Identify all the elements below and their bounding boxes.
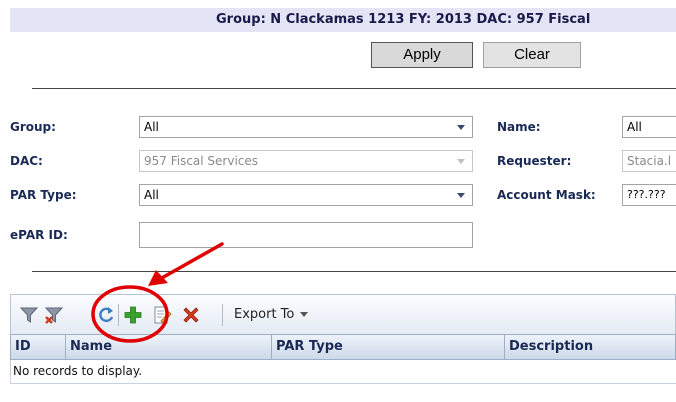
chevron-down-icon bbox=[300, 312, 309, 317]
annotation-arrow-line bbox=[158, 242, 224, 281]
name-dropdown[interactable]: All bbox=[622, 116, 676, 138]
dac-value: 957 Fiscal Services bbox=[144, 154, 259, 168]
export-to-label: Export To bbox=[234, 307, 295, 322]
column-header-id[interactable]: ID bbox=[11, 335, 66, 359]
filter-icon[interactable] bbox=[19, 305, 39, 325]
par-type-value: All bbox=[144, 188, 159, 202]
epar-id-input[interactable] bbox=[139, 222, 473, 248]
epar-id-label: ePAR ID: bbox=[10, 228, 68, 242]
grid-toolbar: Export To bbox=[10, 294, 676, 334]
grid-header: ID Name PAR Type Description bbox=[10, 334, 676, 360]
column-header-description[interactable]: Description bbox=[505, 335, 676, 359]
apply-button[interactable]: Apply bbox=[371, 42, 473, 68]
name-label: Name: bbox=[497, 120, 541, 134]
grid-empty-message: No records to display. bbox=[10, 360, 676, 384]
delete-icon[interactable] bbox=[181, 305, 201, 325]
toolbar-separator bbox=[118, 304, 119, 326]
column-header-name[interactable]: Name bbox=[66, 335, 272, 359]
account-mask-input[interactable]: ???.??? bbox=[622, 184, 676, 206]
annotation-arrowhead bbox=[148, 270, 168, 286]
requester-value: Stacia.l bbox=[627, 154, 672, 168]
column-header-par-type[interactable]: PAR Type bbox=[272, 335, 505, 359]
chevron-down-icon bbox=[457, 193, 465, 198]
add-icon[interactable] bbox=[123, 305, 143, 325]
par-type-dropdown[interactable]: All bbox=[139, 184, 473, 206]
clear-button[interactable]: Clear bbox=[483, 42, 581, 68]
chevron-down-icon bbox=[457, 125, 465, 130]
divider-bottom bbox=[32, 271, 676, 272]
account-mask-value: ???.??? bbox=[627, 188, 666, 201]
requester-dropdown: Stacia.l bbox=[622, 150, 676, 172]
export-to-menu[interactable]: Export To bbox=[234, 305, 309, 325]
refresh-icon[interactable] bbox=[96, 305, 116, 325]
account-mask-label: Account Mask: bbox=[497, 188, 596, 202]
clear-filter-icon[interactable] bbox=[44, 305, 64, 325]
group-label: Group: bbox=[10, 120, 56, 134]
toolbar-separator bbox=[222, 304, 223, 326]
group-value: All bbox=[144, 120, 159, 134]
group-dropdown[interactable]: All bbox=[139, 116, 473, 138]
dac-label: DAC: bbox=[10, 154, 43, 168]
dac-dropdown: 957 Fiscal Services bbox=[139, 150, 473, 172]
name-value: All bbox=[627, 120, 642, 134]
requester-label: Requester: bbox=[497, 154, 572, 168]
context-header-text: Group: N Clackamas 1213 FY: 2013 DAC: 95… bbox=[216, 12, 591, 27]
edit-icon[interactable] bbox=[152, 305, 172, 325]
par-type-label: PAR Type: bbox=[10, 188, 77, 202]
divider-top bbox=[32, 88, 676, 89]
chevron-down-icon bbox=[457, 159, 465, 164]
